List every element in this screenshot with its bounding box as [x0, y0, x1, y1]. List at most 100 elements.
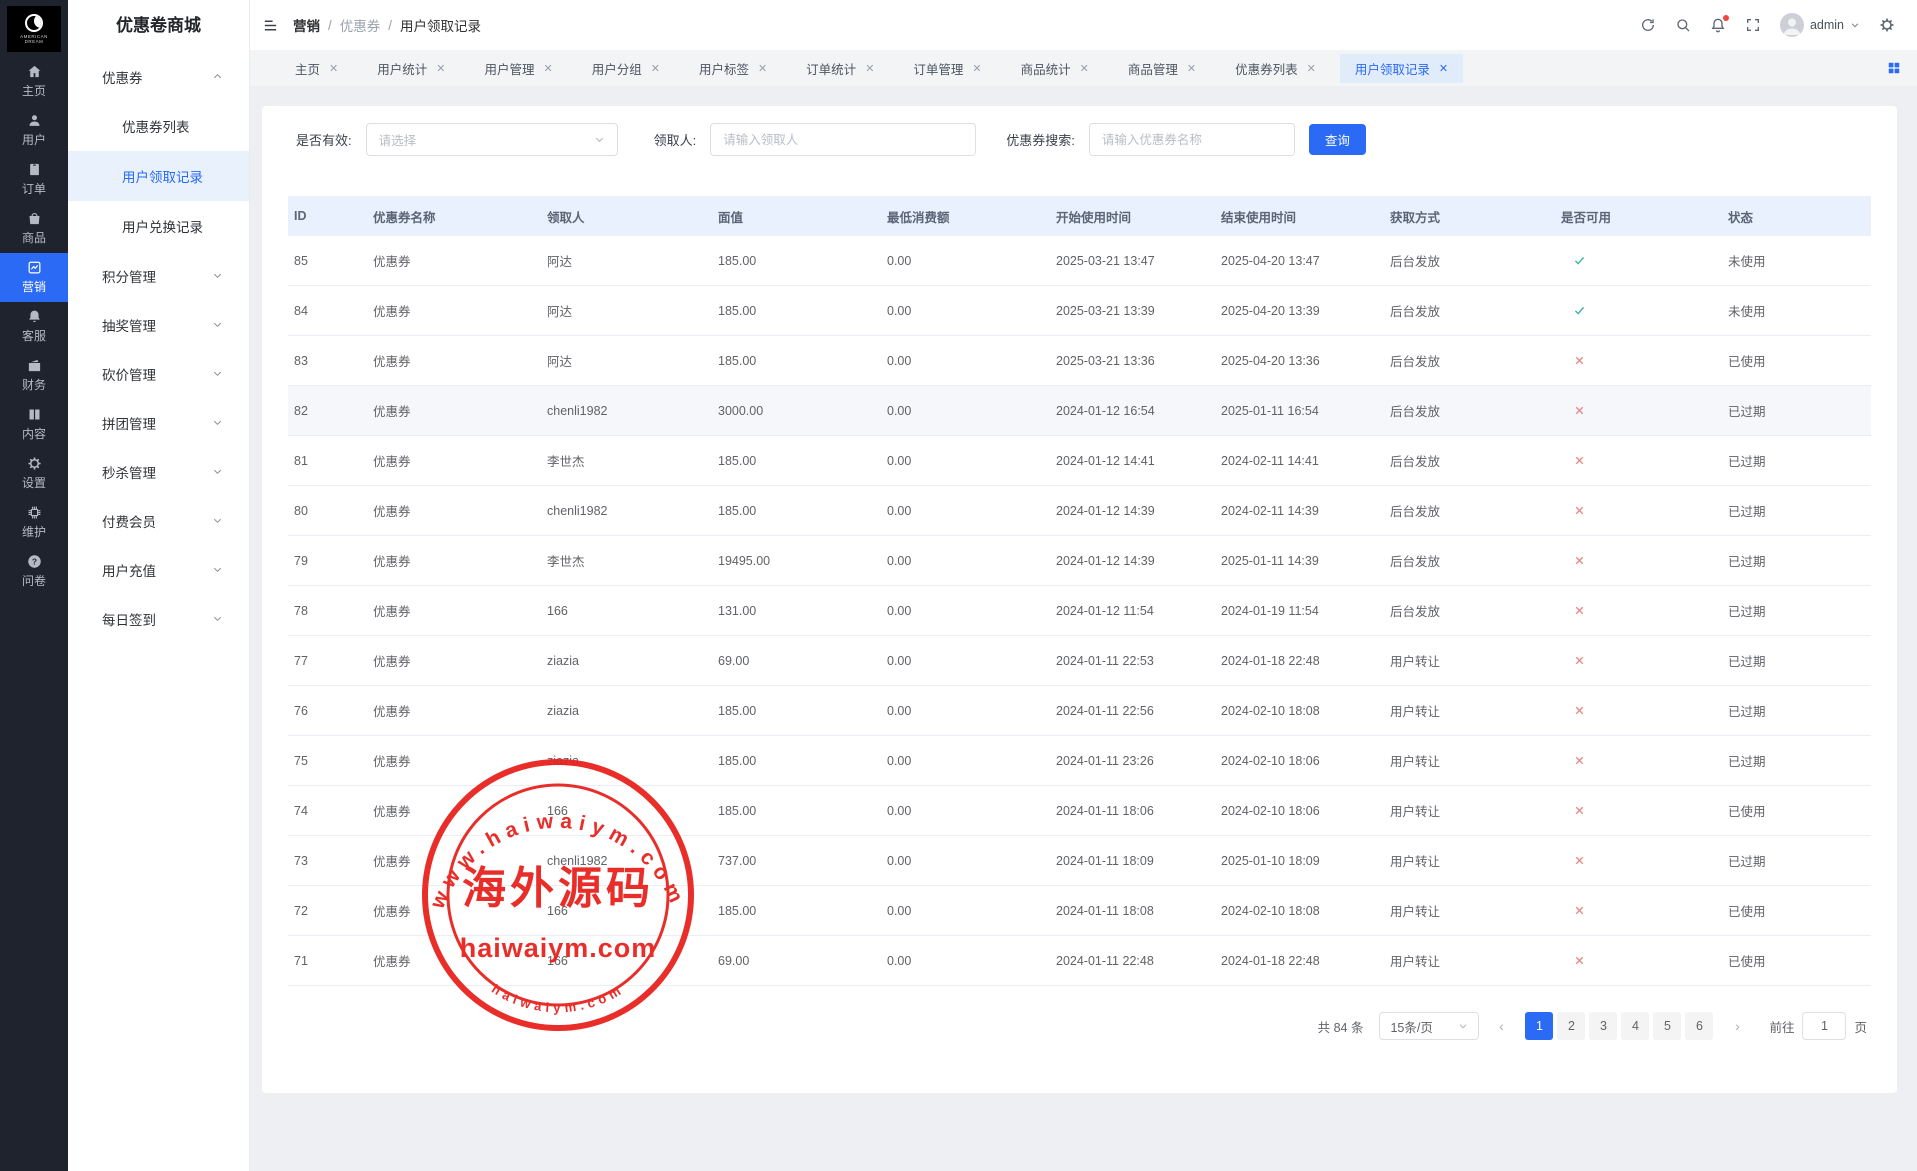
- sidebar-group[interactable]: 积分管理: [68, 251, 249, 300]
- table-row[interactable]: 74 优惠券 166 185.00 0.00 2024-01-11 18:06 …: [288, 786, 1871, 836]
- page-button[interactable]: 6: [1685, 1012, 1713, 1040]
- coupon-search-input[interactable]: [1102, 133, 1282, 147]
- rail-item[interactable]: 财务: [0, 351, 68, 400]
- rail-item[interactable]: 用户: [0, 106, 68, 155]
- prev-page-icon[interactable]: ‹: [1487, 1012, 1515, 1040]
- tab-close-icon[interactable]: ✕: [436, 62, 445, 75]
- rail-item[interactable]: 订单: [0, 155, 68, 204]
- breadcrumb-root[interactable]: 营销: [293, 15, 320, 35]
- tab[interactable]: 用户标签 ✕: [684, 54, 782, 83]
- tab-close-icon[interactable]: ✕: [865, 62, 874, 75]
- page-button[interactable]: 2: [1557, 1012, 1585, 1040]
- tab-close-icon[interactable]: ✕: [1307, 62, 1316, 75]
- goto-page-input[interactable]: [1802, 1012, 1846, 1040]
- fullscreen-icon[interactable]: [1745, 17, 1761, 33]
- sidebar: 优惠卷商城 优惠券 优惠券列表 用户领取记录 用户兑换记录 积分管理 抽奖管理 …: [68, 0, 250, 1171]
- breadcrumb-current: 用户领取记录: [400, 15, 481, 35]
- tab[interactable]: 订单统计 ✕: [791, 54, 889, 83]
- valid-select-placeholder: 请选择: [379, 130, 417, 149]
- tab-label: 用户分组: [592, 59, 642, 78]
- table-row[interactable]: 76 优惠券 ziazia 185.00 0.00 2024-01-11 22:…: [288, 686, 1871, 736]
- sidebar-sub-item[interactable]: 用户兑换记录: [68, 201, 249, 251]
- sidebar-group[interactable]: 拼团管理: [68, 398, 249, 447]
- sidebar-sub-item[interactable]: 用户领取记录: [68, 151, 249, 201]
- page-size-select[interactable]: 15条/页: [1379, 1012, 1479, 1040]
- table-row[interactable]: 77 优惠券 ziazia 69.00 0.00 2024-01-11 22:5…: [288, 636, 1871, 686]
- tab[interactable]: 用户管理 ✕: [469, 54, 567, 83]
- cell-receiver: 166: [541, 904, 712, 918]
- table-row[interactable]: 78 优惠券 166 131.00 0.00 2024-01-12 11:54 …: [288, 586, 1871, 636]
- notification-bell-icon[interactable]: [1710, 17, 1726, 33]
- valid-select[interactable]: 请选择: [366, 123, 618, 156]
- page-button[interactable]: 4: [1621, 1012, 1649, 1040]
- sidebar-group[interactable]: 用户充值: [68, 545, 249, 594]
- table-header-cell: 获取方式: [1384, 207, 1555, 226]
- tab[interactable]: 商品管理 ✕: [1113, 54, 1211, 83]
- cell-end-time: 2024-02-10 18:08: [1215, 904, 1384, 918]
- page-buttons: 123456: [1523, 1012, 1715, 1040]
- user-menu[interactable]: admin: [1780, 13, 1860, 37]
- rail-item[interactable]: 内容: [0, 400, 68, 449]
- sidebar-sub-item[interactable]: 优惠券列表: [68, 101, 249, 151]
- table-row[interactable]: 72 优惠券 166 185.00 0.00 2024-01-11 18:08 …: [288, 886, 1871, 936]
- receiver-input[interactable]: [723, 133, 963, 147]
- tab[interactable]: 商品统计 ✕: [1006, 54, 1104, 83]
- next-page-icon[interactable]: ›: [1723, 1012, 1751, 1040]
- table-row[interactable]: 71 优惠券 166 69.00 0.00 2024-01-11 22:48 2…: [288, 936, 1871, 986]
- sidebar-group[interactable]: 优惠券: [68, 52, 249, 101]
- table-row[interactable]: 75 优惠券 ziazia 185.00 0.00 2024-01-11 23:…: [288, 736, 1871, 786]
- tab-overview-grid-icon[interactable]: [1887, 61, 1901, 75]
- table-row[interactable]: 84 优惠券 阿达 185.00 0.00 2025-03-21 13:39 2…: [288, 286, 1871, 336]
- cell-start-time: 2024-01-11 18:08: [1050, 904, 1215, 918]
- sidebar-group[interactable]: 抽奖管理: [68, 300, 249, 349]
- cell-receiver: 阿达: [541, 301, 712, 320]
- settings-gear-icon[interactable]: [1879, 17, 1895, 33]
- sidebar-group[interactable]: 砍价管理: [68, 349, 249, 398]
- collapse-menu-icon[interactable]: [262, 17, 279, 34]
- cross-icon: [1561, 604, 1722, 617]
- tab-close-icon[interactable]: ✕: [329, 62, 338, 75]
- cell-id: 76: [288, 704, 367, 718]
- rail-item[interactable]: 商品: [0, 204, 68, 253]
- table-row[interactable]: 80 优惠券 chenli1982 185.00 0.00 2024-01-12…: [288, 486, 1871, 536]
- cell-method: 后台发放: [1384, 401, 1555, 420]
- sidebar-group[interactable]: 每日签到: [68, 594, 249, 643]
- rail-item[interactable]: 主页: [0, 57, 68, 106]
- table-row[interactable]: 82 优惠券 chenli1982 3000.00 0.00 2024-01-1…: [288, 386, 1871, 436]
- tab[interactable]: 用户分组 ✕: [577, 54, 675, 83]
- rail-item[interactable]: 客服: [0, 302, 68, 351]
- tab-close-icon[interactable]: ✕: [651, 62, 660, 75]
- table-row[interactable]: 79 优惠券 李世杰 19495.00 0.00 2024-01-12 14:3…: [288, 536, 1871, 586]
- tab[interactable]: 用户统计 ✕: [362, 54, 460, 83]
- sidebar-group[interactable]: 秒杀管理: [68, 447, 249, 496]
- tab[interactable]: 用户领取记录 ✕: [1340, 54, 1463, 83]
- tab[interactable]: 订单管理 ✕: [898, 54, 996, 83]
- table-row[interactable]: 73 优惠券 chenli1982 737.00 0.00 2024-01-11…: [288, 836, 1871, 886]
- tab-close-icon[interactable]: ✕: [1439, 62, 1448, 75]
- rail-item[interactable]: ? 问卷: [0, 547, 68, 596]
- rail-item[interactable]: 设置: [0, 449, 68, 498]
- page-button[interactable]: 1: [1525, 1012, 1553, 1040]
- table-row[interactable]: 85 优惠券 阿达 185.00 0.00 2025-03-21 13:47 2…: [288, 236, 1871, 286]
- tab-close-icon[interactable]: ✕: [758, 62, 767, 75]
- table-row[interactable]: 83 优惠券 阿达 185.00 0.00 2025-03-21 13:36 2…: [288, 336, 1871, 386]
- tab[interactable]: 优惠券列表 ✕: [1220, 54, 1331, 83]
- sidebar-group[interactable]: 付费会员: [68, 496, 249, 545]
- cell-end-time: 2025-01-10 18:09: [1215, 854, 1384, 868]
- rail-item[interactable]: 维护: [0, 498, 68, 547]
- page-button[interactable]: 3: [1589, 1012, 1617, 1040]
- refresh-icon[interactable]: [1640, 17, 1656, 33]
- tab-close-icon[interactable]: ✕: [1187, 62, 1196, 75]
- rail-item[interactable]: 营销: [0, 253, 68, 302]
- tab-close-icon[interactable]: ✕: [1080, 62, 1089, 75]
- tab-close-icon[interactable]: ✕: [972, 62, 981, 75]
- table-row[interactable]: 81 优惠券 李世杰 185.00 0.00 2024-01-12 14:41 …: [288, 436, 1871, 486]
- main-area: 营销 / 优惠券 / 用户领取记录 adm: [250, 0, 1917, 1171]
- tab[interactable]: 主页 ✕: [280, 54, 353, 83]
- tab-close-icon[interactable]: ✕: [543, 62, 552, 75]
- page-button[interactable]: 5: [1653, 1012, 1681, 1040]
- search-icon[interactable]: [1675, 17, 1691, 33]
- brand-logo[interactable]: AMERICAN DREAM: [7, 6, 61, 52]
- search-button[interactable]: 查询: [1309, 124, 1366, 155]
- breadcrumb-mid[interactable]: 优惠券: [340, 15, 381, 35]
